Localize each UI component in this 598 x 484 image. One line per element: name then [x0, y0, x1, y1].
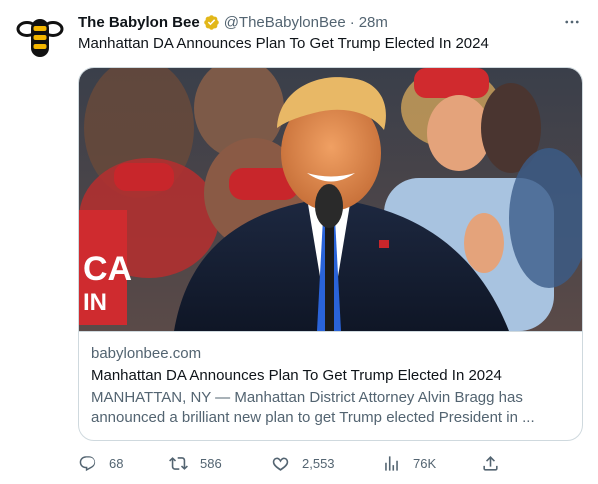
retweet-count: 586	[200, 455, 222, 471]
retweet-button[interactable]: 586	[169, 454, 222, 473]
separator-dot: ·	[349, 13, 355, 31]
bee-logo-icon	[16, 13, 64, 61]
svg-text:IN: IN	[83, 289, 107, 316]
card-body[interactable]: babylonbee.com Manhattan DA Announces Pl…	[79, 331, 582, 428]
share-icon	[483, 455, 498, 471]
tweet-time[interactable]: 28m	[359, 14, 388, 31]
card-image[interactable]: CA IN	[79, 68, 582, 331]
tweet[interactable]: The Babylon Bee @TheBabylonBee · 28m Man…	[0, 0, 598, 484]
like-count: 2,553	[302, 455, 335, 471]
like-button[interactable]: 2,553	[271, 454, 335, 473]
reply-icon	[79, 455, 96, 471]
views-count: 76K	[413, 455, 437, 471]
link-card[interactable]: CA IN babylonbee.com Manhattan DA Announ…	[78, 67, 583, 441]
more-options-icon[interactable]	[562, 12, 582, 32]
card-domain[interactable]: babylonbee.com	[91, 344, 570, 364]
author-handle[interactable]: @TheBabylonBee	[224, 14, 346, 31]
avatar[interactable]	[16, 13, 64, 61]
views-chart-icon	[385, 455, 398, 471]
verified-badge-icon[interactable]	[203, 14, 220, 31]
sign-text: CA	[83, 250, 132, 288]
tweet-header: The Babylon Bee @TheBabylonBee · 28m	[78, 12, 582, 32]
reply-button[interactable]: 68	[78, 454, 123, 473]
share-button[interactable]	[481, 454, 512, 473]
card-description: MANHATTAN, NY — Manhattan District Attor…	[91, 389, 535, 426]
tweet-actions: 68 586 2,553 76K	[78, 453, 508, 473]
reply-count: 68	[109, 455, 124, 471]
card-title[interactable]: Manhattan DA Announces Plan To Get Trump…	[91, 366, 570, 386]
retweet-icon	[169, 456, 188, 470]
heart-icon	[272, 457, 289, 471]
views-button[interactable]: 76K	[382, 454, 436, 473]
author-name[interactable]: The Babylon Bee	[78, 14, 200, 31]
tweet-text: Manhattan DA Announces Plan To Get Trump…	[78, 35, 489, 52]
